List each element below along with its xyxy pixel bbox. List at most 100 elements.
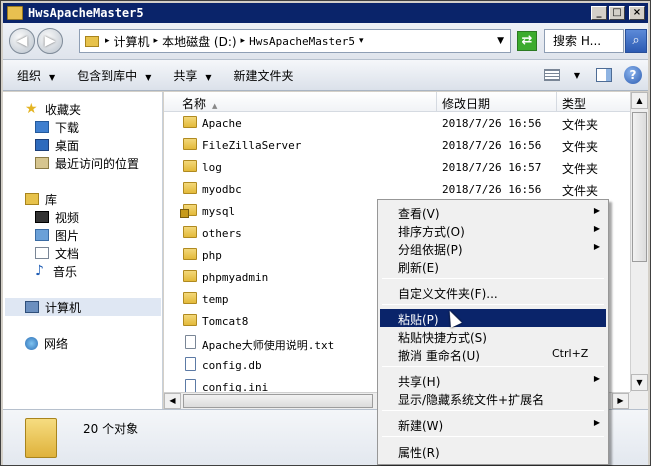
submenu-arrow-icon: ▶ [593, 374, 600, 383]
file-name: Apache [202, 117, 242, 130]
include-in-library-menu[interactable]: 包含到库中 ▼ [77, 67, 151, 84]
column-divider[interactable] [436, 92, 437, 112]
column-name-label: 名称 [182, 97, 207, 111]
back-button[interactable]: ◀ [9, 28, 35, 54]
address-dropdown-icon[interactable]: ▼ [497, 36, 504, 46]
menu-item-group-by[interactable]: 分组依据(P) ▶ [380, 239, 606, 257]
file-row[interactable]: log 2018/7/26 16:57 文件夹 [164, 156, 630, 178]
nav-libraries[interactable]: 库 [25, 190, 57, 208]
navigation-pane: ★ 收藏夹 下载 桌面 最近访问的位置 库 视频 图片 文档 ♪ 音乐 计算机 网络 [3, 92, 163, 409]
file-type: 文件夹 [562, 140, 599, 154]
view-controls: ▼ ? [543, 60, 648, 90]
chevron-down-icon[interactable]: ▼ [574, 71, 580, 80]
nav-recent[interactable]: 最近访问的位置 [35, 154, 139, 172]
menu-item-paste-label: 粘贴(P) [398, 313, 439, 327]
column-date-header[interactable]: 修改日期 [442, 95, 490, 112]
breadcrumb-drive[interactable]: 本地磁盘 (D:) [162, 33, 236, 50]
menu-item-properties-label: 属性(R) [398, 446, 440, 460]
file-row[interactable]: Apache 2018/7/26 16:56 文件夹 [164, 112, 630, 134]
context-menu: 查看(V) ▶ 排序方式(O) ▶ 分组依据(P) ▶ 刷新(E) 自定义文件夹(F)… [377, 199, 609, 465]
nav-network[interactable]: 网络 [25, 334, 68, 352]
vertical-scrollbar[interactable]: ▲ ▼ [630, 92, 648, 392]
command-bar: 组织 ▼ 包含到库中 ▼ 共享 ▼ 新建文件夹 ▼ ? [3, 59, 648, 91]
window-title: HwsApacheMaster5 [28, 6, 144, 20]
menu-item-paste-shortcut[interactable]: 粘贴快捷方式(S) [380, 327, 606, 345]
nav-computer[interactable]: 计算机 [5, 298, 161, 316]
maximize-button[interactable]: □ [609, 6, 625, 20]
menu-item-sort-by[interactable]: 排序方式(O) ▶ [380, 221, 606, 239]
menu-item-group-by-label: 分组依据(P) [398, 243, 463, 257]
file-name: temp [202, 293, 229, 306]
new-folder-label: 新建文件夹 [233, 68, 294, 83]
file-name: config.ini [202, 381, 269, 392]
chevron-right-icon[interactable]: ▸ [241, 36, 246, 46]
submenu-arrow-icon: ▶ [593, 242, 600, 251]
scroll-right-button[interactable]: ▶ [612, 393, 629, 409]
search-icon[interactable]: ⌕ [625, 29, 647, 53]
menu-item-paste[interactable]: 粘贴(P) [380, 309, 606, 327]
new-folder-button[interactable]: 新建文件夹 [234, 67, 294, 84]
nav-downloads[interactable]: 下载 [35, 118, 79, 136]
view-options-icon[interactable] [543, 69, 560, 81]
menu-item-show-hide[interactable]: 显示/隐藏系统文件+扩展名 [380, 389, 606, 407]
refresh-button[interactable]: ⇄ [517, 31, 537, 51]
search-input[interactable]: 搜索 H... [544, 29, 624, 53]
menu-item-properties[interactable]: 属性(R) [380, 442, 606, 460]
scroll-thumb[interactable] [183, 394, 373, 408]
nav-documents[interactable]: 文档 [35, 244, 79, 262]
folder-icon [183, 314, 197, 326]
menu-item-view[interactable]: 查看(V) ▶ [380, 203, 606, 221]
nav-videos[interactable]: 视频 [35, 208, 79, 226]
menu-item-refresh-label: 刷新(E) [398, 261, 439, 275]
file-row[interactable]: myodbc 2018/7/26 16:56 文件夹 [164, 178, 630, 200]
organize-menu[interactable]: 组织 ▼ [17, 67, 55, 84]
submenu-arrow-icon: ▶ [593, 224, 600, 233]
file-date: 2018/7/26 16:56 [442, 139, 542, 152]
preview-pane-icon[interactable] [596, 68, 612, 82]
column-name-header[interactable]: 名称 ▲ [182, 95, 217, 112]
file-name: log [202, 161, 222, 174]
column-divider[interactable] [556, 92, 557, 112]
scroll-thumb[interactable] [632, 112, 647, 262]
menu-item-customize-folder[interactable]: 自定义文件夹(F)... [380, 283, 606, 301]
menu-item-new-label: 新建(W) [398, 419, 444, 433]
menu-item-refresh[interactable]: 刷新(E) [380, 257, 606, 275]
address-bar[interactable]: ▸ 计算机 ▸ 本地磁盘 (D:) ▸ HwsApacheMaster5 ▾ ▼ [79, 29, 511, 53]
breadcrumb-folder[interactable]: HwsApacheMaster5 [249, 35, 355, 48]
file-row[interactable]: FileZillaServer 2018/7/26 16:56 文件夹 [164, 134, 630, 156]
menu-item-view-label: 查看(V) [398, 207, 440, 221]
menu-separator [382, 366, 604, 367]
menu-item-share-label: 共享(H) [398, 375, 441, 389]
network-icon [25, 336, 38, 350]
nav-music[interactable]: ♪ 音乐 [35, 262, 77, 280]
chevron-right-icon[interactable]: ▸ [154, 36, 159, 46]
nav-desktop[interactable]: 桌面 [35, 136, 79, 154]
menu-item-undo-rename[interactable]: 撤消 重命名(U) Ctrl+Z [380, 345, 606, 363]
file-type: 文件夹 [562, 162, 599, 176]
help-icon[interactable]: ? [624, 66, 642, 84]
submenu-arrow-icon: ▶ [593, 206, 600, 215]
close-button[interactable]: × [629, 6, 645, 20]
forward-button[interactable]: ▶ [37, 28, 63, 54]
picture-icon [35, 229, 49, 241]
nav-network-label: 网络 [44, 336, 69, 351]
title-bar[interactable]: HwsApacheMaster5 _ □ × [3, 3, 648, 23]
nav-favorites[interactable]: ★ 收藏夹 [25, 100, 81, 118]
menu-item-new[interactable]: 新建(W) ▶ [380, 415, 606, 433]
folder-icon [183, 182, 197, 194]
folder-icon [183, 248, 197, 260]
folder-icon [183, 270, 197, 282]
file-name: myodbc [202, 183, 242, 196]
minimize-button[interactable]: _ [591, 6, 607, 20]
menu-item-share[interactable]: 共享(H) ▶ [380, 371, 606, 389]
nav-pictures[interactable]: 图片 [35, 226, 79, 244]
share-menu[interactable]: 共享 ▼ [173, 67, 211, 84]
scroll-down-button[interactable]: ▼ [631, 374, 648, 391]
column-type-header[interactable]: 类型 [562, 95, 586, 112]
chevron-down-icon[interactable]: ▾ [359, 36, 364, 46]
scroll-up-button[interactable]: ▲ [631, 92, 648, 109]
scroll-left-button[interactable]: ◀ [164, 393, 181, 409]
menu-item-undo-rename-label: 撤消 重命名(U) [398, 349, 480, 363]
breadcrumb-computer[interactable]: 计算机 [114, 33, 150, 50]
file-date: 2018/7/26 16:57 [442, 161, 542, 174]
